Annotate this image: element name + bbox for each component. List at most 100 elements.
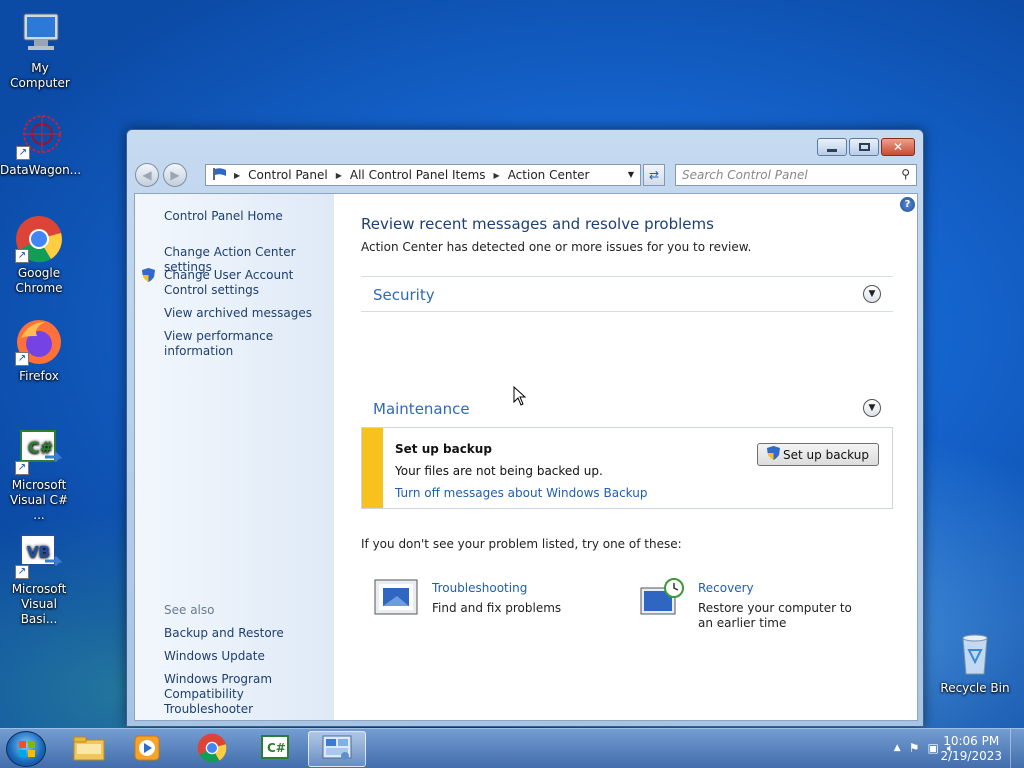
show-hidden-icons-icon[interactable]: ▲ [894, 743, 901, 756]
warning-severity-bar [362, 428, 383, 508]
breadcrumb-all-items[interactable]: All Control Panel Items [350, 168, 486, 182]
recycle-bin-icon [951, 630, 999, 678]
troubleshooting-description: Find and fix problems [432, 601, 562, 615]
taskbar: C# ▲ ⚑ ▣ 🔈︎ 10:06 PM 2/19/2023 [0, 728, 1024, 768]
svg-text:C#: C# [267, 741, 286, 755]
desktop: My Computer ↗ DataWagon... ↗ Google Chro… [0, 0, 1024, 728]
taskbar-control-panel[interactable] [308, 731, 366, 767]
shortcut-arrow-icon: ↗ [15, 461, 29, 475]
uac-shield-icon [142, 268, 155, 282]
svg-text:VB: VB [27, 543, 50, 561]
troubleshooting-link[interactable]: Troubleshooting [432, 581, 527, 595]
window-controls: ✕ [817, 138, 915, 156]
security-section-label: Security [373, 286, 435, 304]
desktop-icon-label: Microsoft Visual C# ... [9, 478, 69, 522]
firefox-icon: ↗ [15, 318, 63, 366]
taskbar-chrome[interactable] [183, 731, 241, 767]
search-icon[interactable]: ⚲ [901, 167, 910, 181]
taskbar-clock[interactable]: 10:06 PM 2/19/2023 [940, 734, 1002, 764]
action-center-flag-icon[interactable]: ⚑ [909, 741, 920, 756]
breadcrumb-separator-icon[interactable]: ▶ [336, 171, 342, 180]
try-these-text: If you don't see your problem listed, tr… [361, 537, 682, 551]
network-icon[interactable]: ▣ [927, 741, 938, 756]
search-placeholder: Search Control Panel [682, 168, 808, 182]
maintenance-section-label: Maintenance [373, 400, 470, 418]
minimize-button[interactable] [817, 138, 847, 156]
sidebar-control-panel-home[interactable]: Control Panel Home [164, 209, 283, 224]
desktop-icon-label: Microsoft Visual Basi... [11, 582, 67, 626]
desktop-icon-label: DataWagon... [0, 163, 82, 177]
control-panel-icon [321, 734, 353, 765]
address-bar[interactable]: ▶ Control Panel ▶ All Control Panel Item… [205, 164, 641, 186]
set-up-backup-button-label: Set up backup [783, 447, 869, 462]
navigation-bar: ◀ ▶ ▶ Control Panel ▶ All Control Panel … [135, 163, 917, 187]
show-desktop-button[interactable] [1010, 729, 1024, 768]
task-pane: Control Panel Home Change Action Center … [135, 194, 334, 720]
sidebar-backup-and-restore[interactable]: Backup and Restore [164, 626, 284, 641]
security-section-header[interactable]: Security ▼ [361, 276, 893, 312]
taskbar-explorer[interactable] [60, 731, 118, 767]
backup-message: Set up backup Your files are not being b… [361, 427, 893, 509]
control-panel-flag-icon [212, 167, 228, 184]
visual-csharp-icon: C# [260, 734, 290, 765]
close-button[interactable]: ✕ [881, 138, 915, 156]
desktop-icon-label: My Computer [10, 61, 70, 90]
expand-chevron-icon[interactable]: ▼ [863, 399, 881, 417]
chrome-icon: ↗ [15, 215, 63, 263]
troubleshooting-icon [373, 578, 419, 618]
sidebar-change-uac-settings[interactable]: Change User Account Control settings [164, 268, 329, 298]
desktop-icon-my-computer[interactable]: My Computer [0, 10, 80, 91]
maximize-button[interactable] [849, 138, 879, 156]
set-up-backup-button[interactable]: Set up backup [757, 443, 879, 466]
media-player-icon [133, 734, 161, 765]
refresh-button[interactable]: ⇄ [643, 164, 665, 186]
taskbar-visual-csharp[interactable]: C# [246, 731, 304, 767]
see-also-label: See also [164, 603, 215, 617]
maintenance-section-header[interactable]: Maintenance ▼ [361, 391, 893, 427]
window-client-area: Control Panel Home Change Action Center … [134, 193, 918, 721]
desktop-icon-visual-basic[interactable]: VB ↗ Microsoft Visual Basi... [0, 531, 79, 627]
desktop-icon-label: Firefox [19, 369, 59, 383]
expand-chevron-icon[interactable]: ▼ [863, 285, 881, 303]
desktop-icon-recycle-bin[interactable]: Recycle Bin [935, 630, 1015, 696]
breadcrumb-separator-icon[interactable]: ▶ [494, 171, 500, 180]
breadcrumb-control-panel[interactable]: Control Panel [248, 168, 328, 182]
visual-csharp-icon: C# ↗ [15, 427, 63, 475]
sidebar-view-performance-information[interactable]: View performance information [164, 329, 334, 359]
shortcut-arrow-icon: ↗ [16, 146, 30, 160]
datawagon-icon: ↗ [16, 112, 64, 160]
computer-icon [16, 10, 64, 58]
recovery-icon [639, 578, 685, 618]
turn-off-backup-messages-link[interactable]: Turn off messages about Windows Backup [395, 486, 647, 500]
address-dropdown-icon[interactable]: ▼ [628, 170, 634, 179]
start-button[interactable] [6, 731, 46, 767]
back-button[interactable]: ◀ [135, 163, 159, 187]
visual-basic-icon: VB ↗ [15, 531, 63, 579]
page-title: Review recent messages and resolve probl… [361, 215, 714, 233]
shortcut-arrow-icon: ↗ [15, 249, 29, 263]
backup-message-heading: Set up backup [395, 442, 492, 456]
backup-message-text: Your files are not being backed up. [395, 464, 603, 478]
clock-time: 10:06 PM [943, 734, 1000, 748]
desktop-icon-visual-csharp[interactable]: C# ↗ Microsoft Visual C# ... [0, 427, 79, 523]
page-subtitle: Action Center has detected one or more i… [361, 240, 752, 254]
help-icon[interactable]: ? [900, 197, 915, 212]
sidebar-view-archived-messages[interactable]: View archived messages [164, 306, 312, 321]
desktop-icon-datawagon[interactable]: ↗ DataWagon... [0, 112, 82, 178]
mouse-cursor-icon [513, 385, 527, 409]
desktop-icon-label: Recycle Bin [940, 681, 1010, 695]
search-input[interactable]: Search Control Panel ⚲ [675, 164, 917, 186]
folder-icon [73, 734, 105, 765]
sidebar-compatibility-troubleshooter[interactable]: Windows Program Compatibility Troublesho… [164, 672, 329, 717]
recovery-link[interactable]: Recovery [698, 581, 754, 595]
uac-shield-icon [767, 446, 781, 463]
taskbar-media-player[interactable] [118, 731, 176, 767]
sidebar-windows-update[interactable]: Windows Update [164, 649, 265, 664]
action-center-window: ✕ ◀ ▶ ▶ Control Panel ▶ All Control Pane… [126, 129, 924, 727]
recovery-description: Restore your computer to an earlier time [698, 601, 852, 630]
breadcrumb-action-center[interactable]: Action Center [508, 168, 590, 182]
desktop-icon-chrome[interactable]: ↗ Google Chrome [0, 215, 79, 296]
desktop-icon-firefox[interactable]: ↗ Firefox [0, 318, 79, 384]
forward-button[interactable]: ▶ [163, 163, 187, 187]
breadcrumb-separator-icon: ▶ [234, 170, 241, 180]
